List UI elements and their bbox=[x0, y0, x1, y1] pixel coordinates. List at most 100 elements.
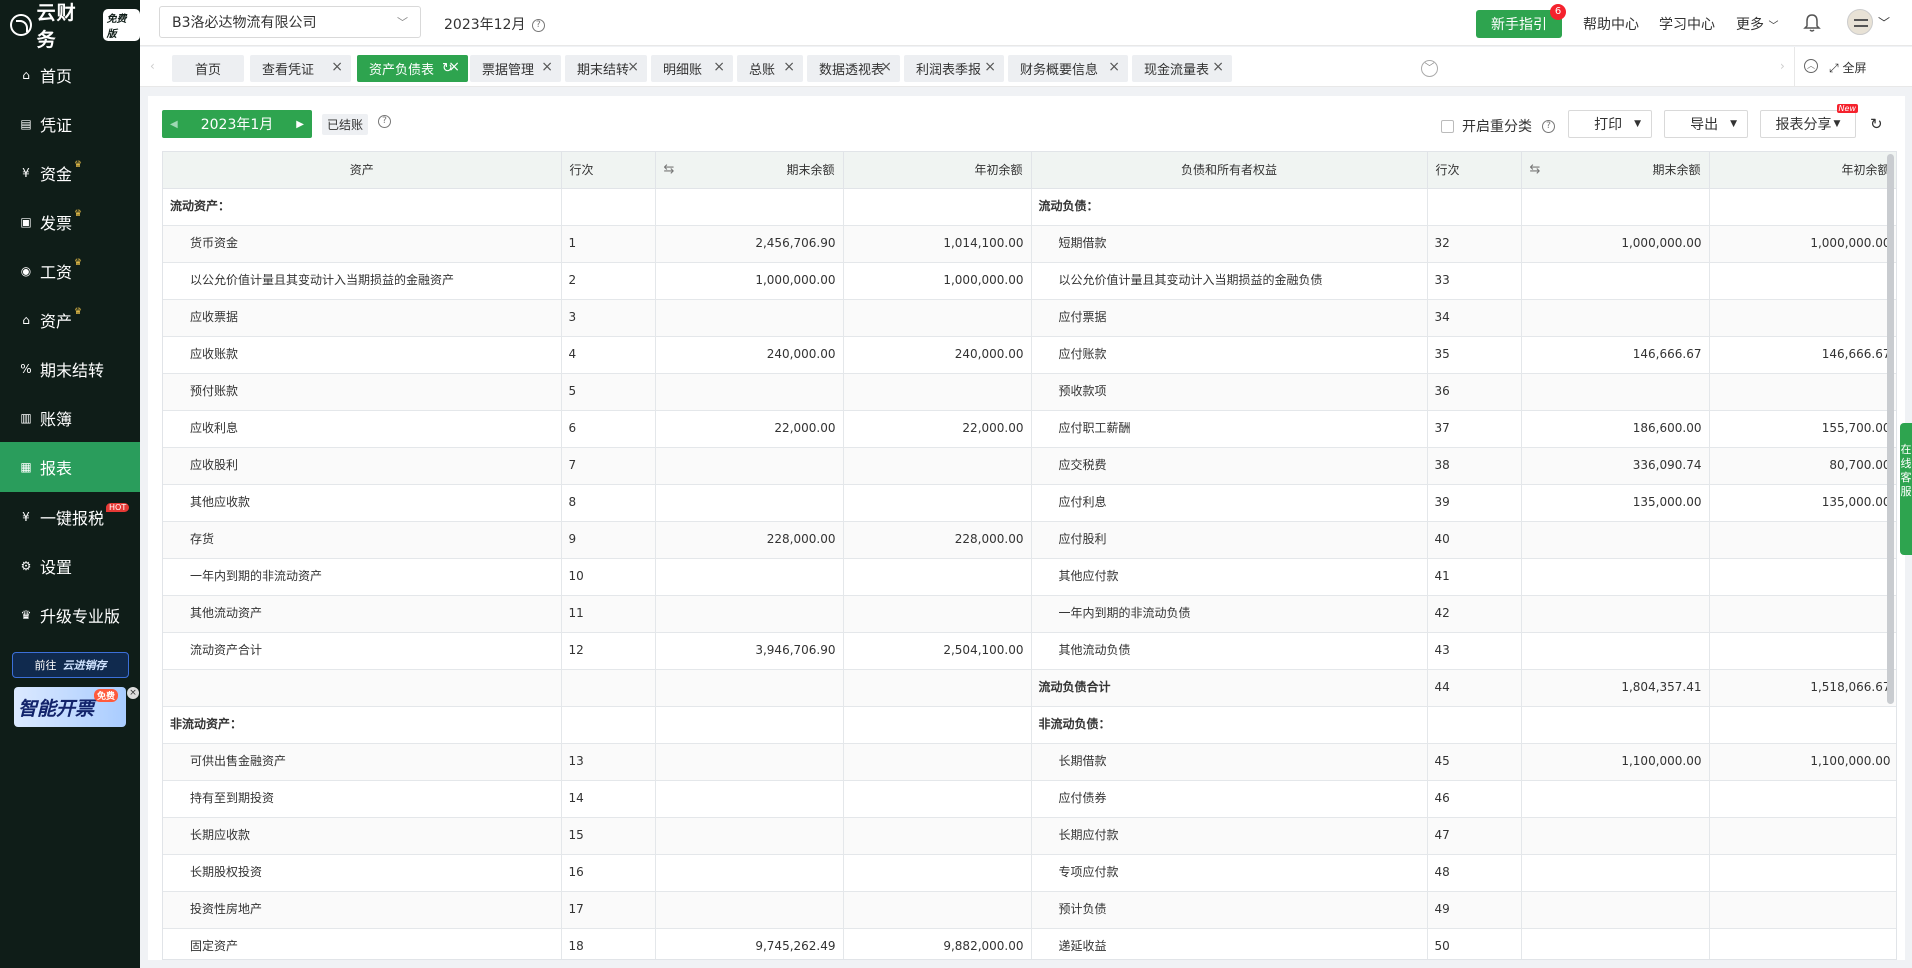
vertical-scrollbar[interactable] bbox=[1887, 154, 1894, 704]
tab-2[interactable]: 资产负债表 ↻ × bbox=[357, 55, 468, 82]
help-icon[interactable]: ? bbox=[531, 18, 545, 32]
asset-opening-cell bbox=[843, 484, 1032, 522]
promo-smart-invoice[interactable]: 智能开票 免费 × bbox=[14, 687, 139, 727]
asset-item-cell: 流动资产合计 bbox=[163, 632, 562, 670]
sidebar-item-4[interactable]: ◉ 工资 ♛ bbox=[0, 246, 140, 295]
sidebar-item-0[interactable]: ⌂ 首页 bbox=[0, 50, 140, 99]
top-bar: B3洛必达物流有限公司 ﹀ 2023年12月 ? 新手指引 6 帮助中心 学习中… bbox=[140, 0, 1912, 46]
liability-line-cell: 32 bbox=[1427, 225, 1522, 263]
tab-5[interactable]: 明细账 × bbox=[651, 55, 733, 82]
prev-month-icon[interactable]: ◀ bbox=[170, 119, 178, 130]
guide-button[interactable]: 新手指引 6 bbox=[1476, 4, 1566, 38]
month-label[interactable]: 2023年1月 bbox=[201, 114, 274, 134]
tab-4[interactable]: 期末结转 × bbox=[565, 55, 647, 82]
sidebar-item-5[interactable]: ⌂ 资产 ♛ bbox=[0, 295, 140, 344]
swap-icon[interactable]: ⇆ bbox=[664, 162, 675, 177]
share-report-dropdown[interactable]: 报表分享 ▼ New bbox=[1760, 104, 1858, 138]
sidebar-item-1[interactable]: ▤ 凭证 bbox=[0, 99, 140, 148]
asset-line-cell: 8 bbox=[561, 484, 656, 522]
table-row: 流动资产： 流动负债： bbox=[163, 188, 1896, 226]
col-header-ending-label: 期末余额 bbox=[1652, 163, 1701, 178]
bell-icon[interactable] bbox=[1803, 13, 1821, 33]
next-month-icon[interactable]: ▶ bbox=[296, 119, 304, 130]
sidebar-item-11[interactable]: ♛ 升级专业版 bbox=[0, 590, 140, 639]
tab-10[interactable]: 现金流量表 × bbox=[1132, 55, 1232, 82]
asset-ending-cell bbox=[655, 373, 844, 411]
help-icon[interactable]: ? bbox=[378, 115, 391, 128]
sidebar-item-3[interactable]: ▣ 发票 ♛ bbox=[0, 197, 140, 246]
close-icon[interactable]: × bbox=[783, 59, 795, 75]
collapse-up-icon[interactable]: ︿ bbox=[1804, 59, 1818, 73]
tab-9[interactable]: 财务概要信息 × bbox=[1008, 55, 1128, 82]
chevron-down-icon[interactable]: ﹀ bbox=[1878, 14, 1890, 31]
sidebar-item-9[interactable]: ¥ 一键报税 HOT bbox=[0, 492, 140, 541]
export-dropdown[interactable]: 导出 ▼ bbox=[1664, 110, 1748, 138]
liability-ending-cell bbox=[1521, 632, 1710, 670]
tab-8[interactable]: 利润表季报 × bbox=[904, 55, 1004, 82]
tab-7[interactable]: 数据透视表 × bbox=[807, 55, 900, 82]
close-icon[interactable]: × bbox=[331, 59, 343, 75]
reclassify-checkbox[interactable] bbox=[1441, 119, 1454, 133]
sidebar-item-8[interactable]: ▦ 报表 bbox=[0, 442, 140, 492]
print-dropdown[interactable]: 打印 ▼ bbox=[1568, 110, 1652, 138]
fullscreen-label: 全屏 bbox=[1842, 61, 1867, 75]
sidebar-item-7[interactable]: ▥ 账簿 bbox=[0, 393, 140, 442]
tab-6[interactable]: 总账 × bbox=[737, 55, 803, 82]
company-selector[interactable]: B3洛必达物流有限公司 ﹀ bbox=[159, 6, 421, 38]
more-menu[interactable]: 更多 ﹀ bbox=[1736, 14, 1778, 34]
close-icon[interactable]: × bbox=[127, 687, 139, 699]
swap-icon[interactable]: ⇆ bbox=[1530, 162, 1541, 177]
close-icon[interactable]: × bbox=[984, 59, 996, 75]
asset-line-cell: 4 bbox=[561, 336, 656, 374]
liability-opening-cell: 1,000,000.00 bbox=[1709, 225, 1896, 263]
brand-logo[interactable]: 云财务 免费版 bbox=[0, 0, 140, 51]
close-icon[interactable]: × bbox=[541, 59, 553, 75]
tab-0[interactable]: 首页 bbox=[172, 55, 244, 82]
user-avatar[interactable] bbox=[1847, 9, 1873, 35]
month-navigator[interactable]: ◀ 2023年1月 ▶ bbox=[162, 110, 312, 138]
asset-line-cell: 1 bbox=[561, 225, 656, 263]
liability-opening-cell bbox=[1709, 706, 1896, 744]
learning-center-link[interactable]: 学习中心 bbox=[1659, 14, 1715, 34]
chevron-right-icon[interactable]: › bbox=[1780, 59, 1785, 73]
close-icon[interactable]: × bbox=[713, 59, 725, 75]
close-icon[interactable]: × bbox=[448, 59, 460, 75]
refresh-icon[interactable]: ↻ bbox=[1870, 115, 1883, 133]
sidebar-item-2[interactable]: ¥ 资金 ♛ bbox=[0, 148, 140, 197]
liability-opening-cell: 1,518,066.67 bbox=[1709, 669, 1896, 707]
liability-opening-cell bbox=[1709, 558, 1896, 596]
sidebar-item-label: 资产 bbox=[40, 311, 73, 331]
asset-line-cell bbox=[561, 706, 656, 744]
chevron-down-icon[interactable]: ﹀ bbox=[1421, 60, 1438, 77]
col-header-line: 行次 bbox=[561, 152, 656, 189]
chevron-left-icon[interactable]: ‹ bbox=[150, 59, 155, 73]
liability-opening-cell: 146,666.67 bbox=[1709, 336, 1896, 374]
online-service-tab[interactable]: 在线客服 bbox=[1900, 423, 1912, 555]
help-icon[interactable]: ? bbox=[1542, 119, 1555, 133]
table-row: 持有至到期投资 14 应付债券 46 bbox=[163, 780, 1896, 818]
tab-1[interactable]: 查看凭证 × bbox=[250, 55, 351, 82]
sidebar-item-10[interactable]: ⚙ 设置 bbox=[0, 541, 140, 590]
liability-item-cell: 递延收益 bbox=[1031, 928, 1428, 959]
balance-sheet-table-wrap: 资产 行次 ⇆ 期末余额 年初余额 负债和所有者权益 行次 ⇆ 期末余额 年初余额 … bbox=[162, 151, 1897, 960]
print-label: 打印 bbox=[1594, 117, 1623, 133]
liability-line-cell: 45 bbox=[1427, 743, 1522, 781]
col-header-ending-balance[interactable]: ⇆ 期末余额 bbox=[1521, 152, 1710, 189]
close-icon[interactable]: × bbox=[880, 59, 892, 75]
promo-goto-inventory[interactable]: 前往 云进销存 bbox=[12, 652, 129, 678]
notification-badge: 6 bbox=[1550, 4, 1566, 20]
tab-3[interactable]: 票据管理 × bbox=[470, 55, 561, 82]
sidebar-item-6[interactable]: % 期末结转 bbox=[0, 344, 140, 393]
help-center-link[interactable]: 帮助中心 bbox=[1583, 14, 1639, 34]
close-icon[interactable]: × bbox=[1108, 59, 1120, 75]
reclassify-toggle[interactable]: 开启重分类 ? bbox=[1441, 116, 1555, 136]
liability-ending-cell: 1,000,000.00 bbox=[1521, 225, 1710, 263]
close-icon[interactable]: × bbox=[627, 59, 639, 75]
liability-line-cell bbox=[1427, 188, 1522, 226]
status-badge: 已结账 bbox=[322, 114, 369, 135]
col-header-ending-balance[interactable]: ⇆ 期末余额 bbox=[655, 152, 844, 189]
col-header-ending-label: 期末余额 bbox=[786, 163, 835, 178]
liability-line-cell: 46 bbox=[1427, 780, 1522, 818]
close-icon[interactable]: × bbox=[1212, 59, 1224, 75]
fullscreen-button[interactable]: ⤢ 全屏 bbox=[1829, 59, 1866, 76]
